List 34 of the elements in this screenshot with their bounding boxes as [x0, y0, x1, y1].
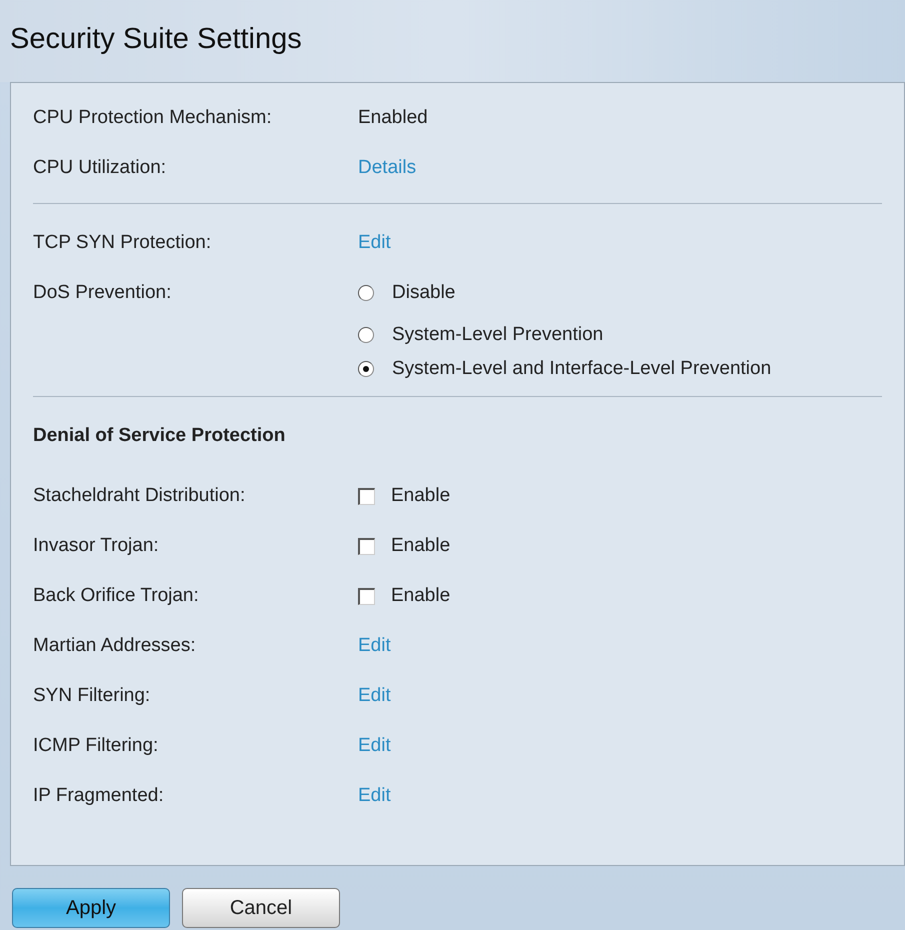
- checkbox[interactable]: [358, 538, 375, 554]
- radio-button[interactable]: [358, 285, 374, 301]
- checkbox-label: Enable: [391, 584, 450, 608]
- field-label: Invasor Trojan:: [33, 534, 160, 558]
- section-heading: Denial of Service Protection: [33, 424, 286, 448]
- edit-link[interactable]: Details: [358, 154, 416, 182]
- radio-button[interactable]: [358, 327, 374, 343]
- field-label: Martian Addresses:: [33, 634, 197, 658]
- field-label: ICMP Filtering:: [33, 734, 160, 758]
- edit-link[interactable]: Edit: [358, 228, 391, 258]
- edit-link[interactable]: Edit: [358, 782, 391, 810]
- checkbox[interactable]: [358, 588, 375, 604]
- checkbox-label: Enable: [391, 484, 450, 508]
- page-title: Security Suite Settings: [10, 24, 302, 56]
- checkbox[interactable]: [358, 488, 375, 504]
- field-label: Back Orifice Trojan:: [33, 584, 200, 608]
- field-label: IP Fragmented:: [33, 784, 165, 808]
- field-label: CPU Protection Mechanism:: [33, 106, 273, 130]
- edit-link[interactable]: Edit: [358, 682, 391, 710]
- field-label: DoS Prevention:: [33, 280, 172, 305]
- field-value: Enabled: [358, 106, 428, 130]
- edit-link[interactable]: Edit: [358, 632, 391, 660]
- cancel-button[interactable]: Cancel: [182, 888, 340, 928]
- checkbox-label: Enable: [391, 534, 450, 558]
- radio-label: System-Level Prevention: [392, 322, 604, 347]
- field-label: CPU Utilization:: [33, 156, 168, 180]
- radio-label: Disable: [392, 280, 456, 305]
- field-label: SYN Filtering:: [33, 684, 152, 708]
- field-label: TCP SYN Protection:: [33, 230, 212, 255]
- edit-link[interactable]: Edit: [358, 732, 391, 760]
- radio-label: System-Level and Interface-Level Prevention: [392, 356, 772, 381]
- apply-button[interactable]: Apply: [12, 888, 170, 928]
- field-label: Stacheldraht Distribution:: [33, 484, 246, 508]
- radio-button[interactable]: [358, 361, 374, 377]
